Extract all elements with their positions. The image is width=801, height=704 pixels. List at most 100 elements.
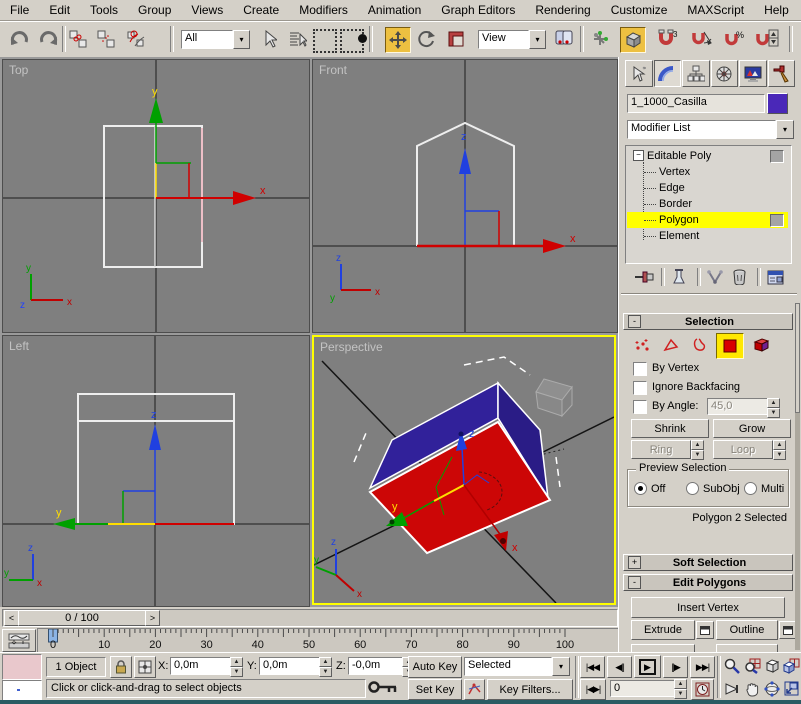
stack-item-element[interactable]: Element — [627, 228, 788, 244]
viewport-front[interactable]: z x z x y Front — [312, 59, 618, 333]
spinner-up-icon[interactable]: ▲ — [767, 398, 780, 408]
spinner-down-icon[interactable]: ▼ — [773, 450, 786, 460]
menu-grapheditors[interactable]: Graph Editors — [431, 0, 525, 19]
macro-recorder-pane[interactable] — [2, 654, 42, 680]
preview-off-radio[interactable] — [634, 482, 647, 495]
spinner-up-icon[interactable]: ▲ — [230, 657, 243, 667]
spinner-down-icon[interactable]: ▼ — [767, 408, 780, 418]
min-max-toggle-button[interactable] — [782, 678, 801, 699]
stack-swatch[interactable] — [770, 214, 784, 227]
select-object-button[interactable] — [258, 27, 282, 51]
stack-item-polygon[interactable]: Polygon — [627, 212, 788, 228]
select-and-move-button[interactable] — [385, 27, 411, 53]
object-name-field[interactable]: 1_1000_Casilla — [627, 94, 765, 113]
pin-stack-button[interactable] — [633, 266, 657, 288]
tab-display[interactable] — [739, 60, 767, 87]
collapse-icon[interactable]: - — [628, 315, 641, 328]
edit-polygons-rollout-header[interactable]: - Edit Polygons — [623, 574, 793, 591]
viewport-perspective[interactable]: z y x z y x Perspective — [312, 335, 616, 605]
select-by-name-button[interactable] — [286, 27, 310, 51]
key-filters-button[interactable]: Key Filters... — [487, 679, 573, 700]
stack-item-vertex[interactable]: Vertex — [627, 164, 788, 180]
y-spinner[interactable]: ▲ ▼ — [319, 657, 332, 677]
ring-button[interactable]: Ring — [631, 440, 691, 459]
menu-animation[interactable]: Animation — [358, 0, 431, 19]
extrude-settings-button[interactable] — [696, 621, 714, 639]
rectangular-region-button[interactable] — [313, 29, 337, 53]
spinner-up-icon[interactable]: ▲ — [691, 440, 704, 450]
polygon-subobject-button[interactable] — [716, 333, 744, 359]
crossing-region-button[interactable] — [340, 29, 367, 53]
expand-icon[interactable]: + — [628, 556, 641, 569]
spinner-down-icon[interactable]: ▼ — [691, 450, 704, 460]
spinner-up-icon[interactable]: ▲ — [674, 679, 687, 689]
extrude-button[interactable]: Extrude — [631, 620, 695, 640]
menu-views[interactable]: Views — [181, 0, 233, 19]
angle-snap-button[interactable] — [690, 27, 714, 51]
spinner-down-icon[interactable]: ▼ — [674, 689, 687, 699]
snaps-toggle-button[interactable] — [620, 27, 646, 53]
tab-utilities[interactable] — [767, 60, 795, 87]
vertex-subobject-button[interactable] — [630, 334, 654, 356]
viewport-left[interactable]: z y z y x Left — [2, 335, 310, 607]
arc-rotate-button[interactable] — [762, 678, 782, 699]
tab-motion[interactable] — [710, 60, 738, 87]
ignore-backfacing-checkbox[interactable] — [633, 381, 647, 395]
soft-selection-rollout-header[interactable]: + Soft Selection — [623, 554, 793, 571]
spinner-up-icon[interactable]: ▲ — [773, 440, 786, 450]
tab-create[interactable] — [625, 60, 653, 87]
stack-item-border[interactable]: Border — [627, 196, 788, 212]
tab-modify[interactable] — [653, 60, 681, 87]
menu-group[interactable]: Group — [128, 0, 181, 19]
by-angle-checkbox[interactable] — [633, 400, 647, 414]
preview-subobj-radio[interactable] — [686, 482, 699, 495]
bind-spacewarp-button[interactable] — [124, 27, 148, 51]
time-slider-next-button[interactable]: > — [145, 610, 160, 626]
menu-modifiers[interactable]: Modifiers — [289, 0, 358, 19]
set-key-button[interactable]: Set Key — [408, 679, 462, 700]
zoom-extents-button[interactable] — [762, 655, 782, 676]
unlink-button[interactable] — [94, 27, 118, 51]
loop-button[interactable]: Loop — [713, 440, 773, 459]
redo-button[interactable] — [36, 27, 60, 51]
undo-button[interactable] — [8, 27, 32, 51]
menu-help[interactable]: Help — [754, 0, 799, 19]
modifier-stack[interactable]: − Editable Poly Vertex Edge Border Polygon Ele… — [625, 145, 792, 264]
y-field[interactable]: 0,0m — [259, 657, 323, 675]
shrink-button[interactable]: Shrink — [631, 419, 709, 438]
configure-modifier-sets-button[interactable] — [763, 266, 787, 288]
menu-edit[interactable]: Edit — [39, 0, 80, 19]
ref-coord-combo[interactable]: View ▾ — [478, 30, 546, 49]
snap-3d-button[interactable]: 3 — [656, 27, 680, 51]
time-slider-bar[interactable]: 0 / 100 — [18, 610, 146, 626]
modifier-list-combo[interactable]: Modifier List ▾ — [627, 120, 794, 139]
object-color-swatch[interactable] — [767, 93, 788, 114]
preview-multi-radio[interactable] — [744, 482, 757, 495]
listener-pane[interactable] — [2, 680, 42, 702]
go-to-start-button[interactable]: |◀◀ — [580, 656, 605, 678]
stack-item-root[interactable]: − Editable Poly — [627, 148, 788, 164]
menu-rendering[interactable]: Rendering — [525, 0, 600, 19]
ref-coord-arrow[interactable]: ▾ — [529, 30, 546, 49]
zoom-extents-all-button[interactable] — [782, 655, 801, 676]
element-subobject-button[interactable] — [749, 334, 773, 356]
frame-spinner[interactable]: ▲ ▼ — [674, 679, 687, 699]
selection-rollout-header[interactable]: - Selection — [623, 313, 793, 330]
key-mode-toggle-button[interactable]: |◀▶| — [580, 679, 606, 700]
select-and-rotate-button[interactable] — [414, 27, 438, 51]
previous-frame-button[interactable]: ◀|| — [607, 656, 632, 678]
expand-box-icon[interactable]: − — [633, 149, 644, 161]
collapse-icon[interactable]: - — [628, 576, 641, 589]
menu-customize[interactable]: Customize — [601, 0, 678, 19]
selection-set-arrow[interactable]: ▾ — [552, 657, 570, 676]
go-to-end-button[interactable]: ▶▶| — [690, 656, 715, 678]
selection-set-combo[interactable]: Selected ▾ — [464, 657, 570, 676]
make-unique-button[interactable] — [703, 266, 727, 288]
use-pivot-center-button[interactable] — [552, 27, 576, 51]
absolute-mode-button[interactable] — [134, 656, 156, 678]
set-keys-button[interactable] — [366, 675, 400, 699]
time-configuration-button[interactable] — [691, 679, 714, 700]
percent-snap-button[interactable]: % — [723, 27, 747, 51]
loop-spinner[interactable]: ▲ ▼ — [773, 440, 786, 460]
x-spinner[interactable]: ▲ ▼ — [230, 657, 243, 677]
